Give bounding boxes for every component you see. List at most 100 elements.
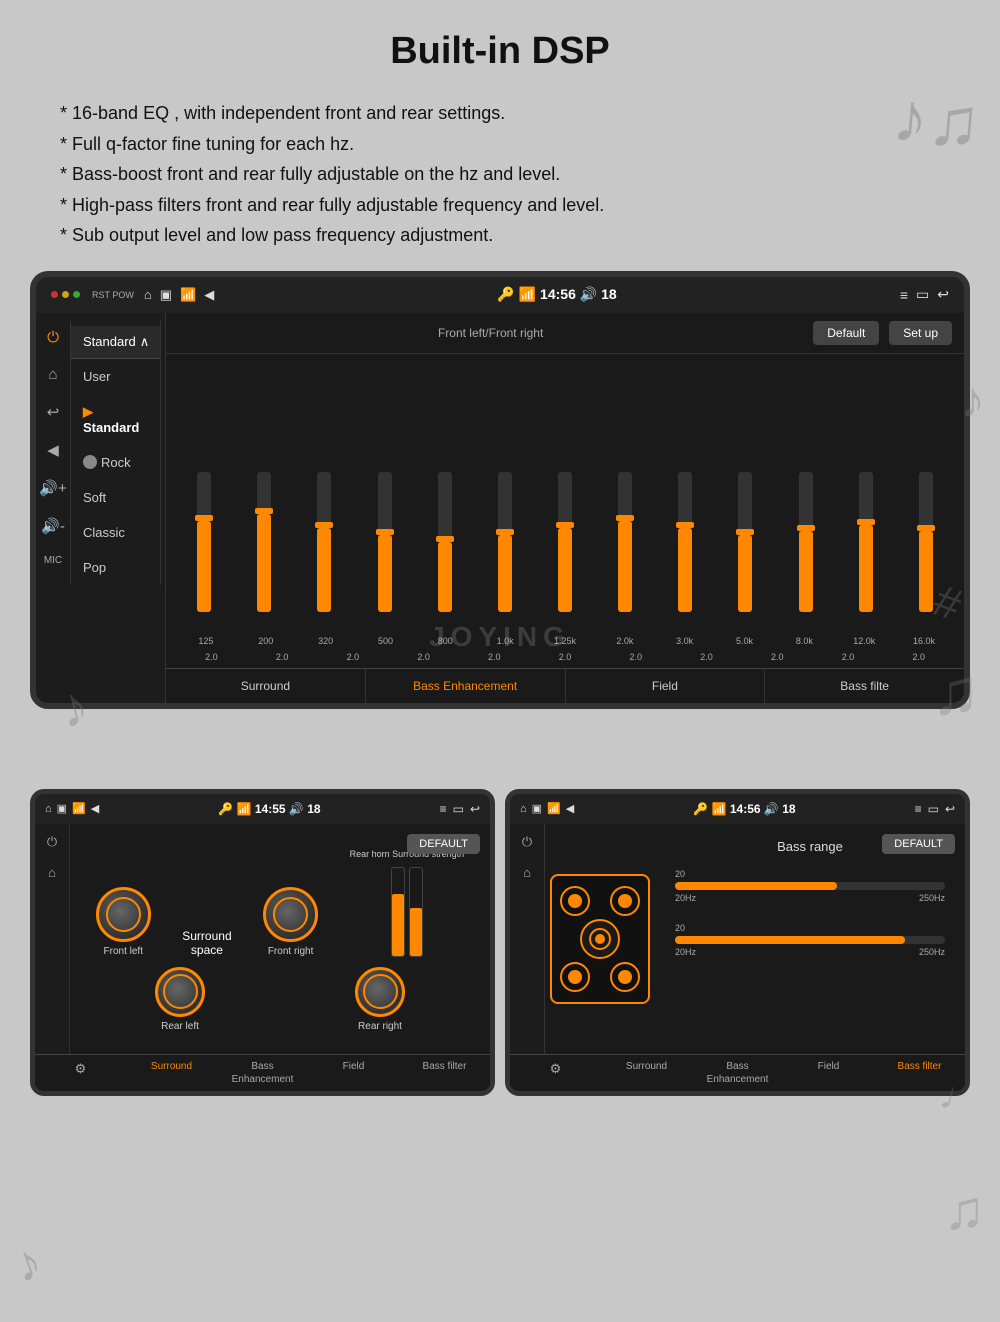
eq-fill-6 (558, 528, 572, 612)
vol-up-icon[interactable]: 🔊+ (39, 479, 66, 497)
eq-track-4 (438, 472, 452, 612)
eq-handle-1[interactable] (255, 508, 273, 514)
slider2-hz-labels: 20Hz 250Hz (675, 947, 945, 957)
eq-handle-12[interactable] (917, 525, 935, 531)
setup-button[interactable]: Set up (889, 321, 952, 345)
eq-bar-0[interactable] (176, 472, 232, 632)
eq-handle-8[interactable] (676, 522, 694, 528)
eq-handle-10[interactable] (797, 525, 815, 531)
bl-sidebar: ⏻ ⌂ (35, 824, 70, 1054)
feature-5: * Sub output level and low pass frequenc… (60, 220, 940, 251)
eq-menu: Standard ∧ User Standard Rock Soft Class… (71, 321, 161, 585)
eq-bar-7[interactable] (597, 472, 653, 632)
br-window-icon[interactable]: ▭ (928, 802, 939, 816)
eq-bar-9[interactable] (717, 472, 773, 632)
eq-handle-5[interactable] (496, 529, 514, 535)
slider2-track[interactable] (675, 936, 945, 944)
eq-handle-6[interactable] (556, 522, 574, 528)
eq-value-labels: 2.02.02.02.02.02.02.02.02.02.02.0 (166, 650, 964, 668)
br-tab-bass[interactable]: Bass Enhancement (692, 1055, 783, 1091)
vol-down-icon[interactable]: 🔊- (41, 517, 65, 535)
status-key-icon: 🔑 (497, 286, 514, 302)
eq-preset-soft[interactable]: Soft (71, 480, 160, 515)
eq-handle-3[interactable] (376, 529, 394, 535)
eq-bar-10[interactable] (778, 472, 834, 632)
eq-bar-1[interactable] (236, 472, 292, 632)
bl-tab-eq[interactable]: ⚙ (35, 1055, 126, 1091)
eq-bar-12[interactable] (898, 472, 954, 632)
eq-preset-classic[interactable]: Classic (71, 515, 160, 550)
front-left-knob[interactable] (96, 887, 151, 942)
br-home-sb-icon[interactable]: ⌂ (523, 865, 531, 880)
br-power-icon[interactable]: ⏻ (522, 834, 532, 850)
bl-window-icon[interactable]: ▭ (453, 802, 464, 816)
feature-2: * Full q-factor fine tuning for each hz. (60, 129, 940, 160)
eq-menu-header[interactable]: Standard ∧ (71, 326, 160, 359)
back-icon[interactable]: ↩ (937, 286, 949, 303)
eq-preset-pop[interactable]: Pop (71, 550, 160, 585)
br-menu-icon[interactable]: ≡ (915, 802, 922, 816)
eq-handle-9[interactable] (736, 529, 754, 535)
eq-bar-4[interactable] (417, 472, 473, 632)
eq-value-6: 2.0 (600, 652, 671, 662)
bl-tab-surround[interactable]: Surround (126, 1055, 217, 1091)
br-tab-eq[interactable]: ⚙ (510, 1055, 601, 1091)
back-sidebar-icon[interactable]: ↩ (47, 403, 60, 421)
bl-media-icon: ▣ (57, 802, 67, 815)
eq-track-5 (498, 472, 512, 612)
eq-preset-user[interactable]: User (71, 359, 160, 394)
default-button[interactable]: Default (813, 321, 879, 345)
main-volume: 18 (601, 286, 617, 302)
eq-handle-7[interactable] (616, 515, 634, 521)
bass-enhancement-btn[interactable]: Bass Enhancement (366, 669, 566, 703)
eq-handle-4[interactable] (436, 536, 454, 542)
window-icon[interactable]: ▭ (916, 286, 929, 303)
menu-icon[interactable]: ≡ (900, 287, 908, 303)
br-bars: 📶 (712, 802, 727, 816)
br-tab-bassfilter[interactable]: Bass filter (874, 1055, 965, 1091)
center-speaker-inner (589, 928, 611, 950)
eq-bar-2[interactable] (296, 472, 352, 632)
power-icon[interactable]: ⏻ (47, 329, 59, 346)
br-tab-field[interactable]: Field (783, 1055, 874, 1091)
br-tab-surround[interactable]: Surround (601, 1055, 692, 1091)
front-right-knob-inner (273, 897, 308, 932)
bl-tab-bassfilter[interactable]: Bass filter (399, 1055, 490, 1091)
bl-tab-field[interactable]: Field (308, 1055, 399, 1091)
bass-filter-btn[interactable]: Bass filte (765, 669, 964, 703)
eq-preset-rock[interactable]: Rock (71, 445, 160, 480)
slider1-track[interactable] (675, 882, 945, 890)
eq-freq-6: 1.25k (535, 636, 595, 646)
feature-4: * High-pass filters front and rear fully… (60, 190, 940, 221)
bl-default-btn[interactable]: DEFAULT (407, 834, 480, 854)
media-icon: ▣ (160, 287, 172, 303)
br-back-icon[interactable]: ↩ (945, 802, 955, 816)
br-default-btn[interactable]: DEFAULT (882, 834, 955, 854)
nav-sidebar-icon[interactable]: ◀ (47, 441, 59, 459)
eq-bar-6[interactable] (537, 472, 593, 632)
eq-handle-2[interactable] (315, 522, 333, 528)
eq-handle-0[interactable] (195, 515, 213, 521)
rear-left-knob-item: Rear left (155, 967, 205, 1032)
rear-right-knob[interactable] (355, 967, 405, 1017)
home-sidebar-icon[interactable]: ⌂ (48, 366, 57, 383)
bl-back-icon[interactable]: ↩ (470, 802, 480, 816)
bl-vol-icon: 🔊 (289, 802, 304, 816)
eq-bar-8[interactable] (657, 472, 713, 632)
eq-value-8: 2.0 (742, 652, 813, 662)
eq-bar-5[interactable] (477, 472, 533, 632)
bl-home-sb-icon[interactable]: ⌂ (48, 865, 56, 880)
rear-left-knob[interactable] (155, 967, 205, 1017)
front-right-knob[interactable] (263, 887, 318, 942)
bl-menu-icon[interactable]: ≡ (440, 802, 447, 816)
eq-preset-standard[interactable]: Standard (71, 394, 160, 445)
surround-btn[interactable]: Surround (166, 669, 366, 703)
eq-value-2: 2.0 (317, 652, 388, 662)
eq-bar-3[interactable] (356, 472, 412, 632)
eq-bar-11[interactable] (838, 472, 894, 632)
bl-power-icon[interactable]: ⏻ (47, 834, 57, 850)
eq-handle-11[interactable] (857, 519, 875, 525)
signal-icon: 📶 (180, 287, 196, 303)
bl-tab-bass[interactable]: Bass Enhancement (217, 1055, 308, 1091)
field-btn[interactable]: Field (566, 669, 766, 703)
